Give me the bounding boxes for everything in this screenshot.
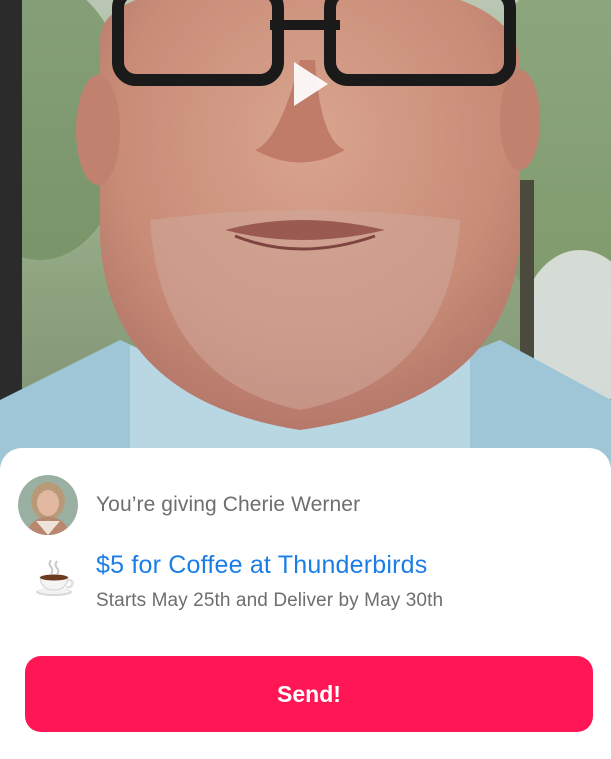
gift-details-card: You’re giving Cherie Werner $5 for Coffe… [0, 448, 611, 759]
send-button[interactable]: Send! [25, 656, 593, 732]
gift-text: $5 for Coffee at Thunderbirds Starts May… [96, 548, 443, 616]
video-preview[interactable] [0, 0, 611, 470]
play-icon [294, 62, 328, 106]
gift-row: $5 for Coffee at Thunderbirds Starts May… [34, 548, 443, 616]
recipient-row: You’re giving Cherie Werner [18, 474, 360, 536]
gift-title: $5 for Coffee at Thunderbirds [96, 551, 428, 579]
avatar [18, 475, 78, 535]
play-button[interactable] [280, 56, 336, 112]
gift-subtitle: Starts May 25th and Deliver by May 30th [96, 590, 444, 611]
gift-screen: You’re giving Cherie Werner $5 for Coffe… [0, 0, 611, 759]
coffee-cup-icon [34, 558, 74, 598]
recipient-label: You’re giving Cherie Werner [96, 493, 361, 516]
